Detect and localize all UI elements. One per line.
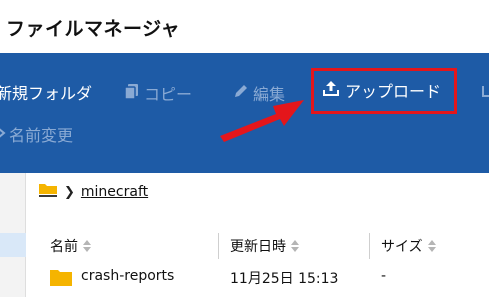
column-size-label: サイズ — [381, 239, 423, 255]
column-header-name[interactable]: 名前 — [50, 236, 91, 256]
rename-button[interactable]: 名前変更 — [0, 122, 73, 146]
copy-button[interactable]: コピー — [123, 81, 192, 105]
column-name-label: 名前 — [50, 239, 78, 255]
download-icon — [480, 82, 489, 104]
file-modified: 11月25日 15:13 — [230, 271, 339, 287]
title-bar: ファイルマネージャ — [0, 0, 489, 53]
column-header-modified[interactable]: 更新日時 — [230, 236, 299, 256]
rename-label: 名前変更 — [9, 126, 74, 145]
column-divider — [218, 233, 219, 259]
sort-icon — [291, 240, 299, 252]
copy-label: コピー — [144, 85, 193, 104]
annotation-arrow-icon — [220, 100, 304, 142]
breadcrumb-current[interactable]: minecraft — [81, 184, 148, 200]
download-button[interactable] — [480, 82, 489, 104]
new-folder-button[interactable]: 新規フォルダ — [0, 80, 92, 104]
app-title: ファイルマネージャ — [6, 18, 181, 40]
copy-icon — [123, 82, 144, 104]
upload-label: アップロード — [345, 82, 442, 101]
upload-button[interactable]: アップロード — [322, 78, 441, 102]
sort-icon — [427, 240, 436, 252]
folder-icon — [49, 267, 73, 291]
sort-icon — [83, 240, 91, 252]
upload-icon — [322, 79, 345, 101]
sidebar-selected-item[interactable] — [0, 233, 26, 257]
column-header-size[interactable]: サイズ — [381, 236, 436, 256]
home-folder-icon[interactable] — [38, 182, 58, 202]
column-divider — [369, 233, 370, 259]
column-modified-label: 更新日時 — [230, 239, 286, 255]
rename-icon — [0, 125, 9, 144]
file-size: - — [381, 268, 387, 284]
chevron-right-icon: ❯ — [64, 184, 75, 200]
breadcrumb: ❯ minecraft — [38, 182, 148, 202]
file-name[interactable]: crash-reports — [81, 268, 174, 284]
new-folder-label: 新規フォルダ — [0, 84, 93, 103]
